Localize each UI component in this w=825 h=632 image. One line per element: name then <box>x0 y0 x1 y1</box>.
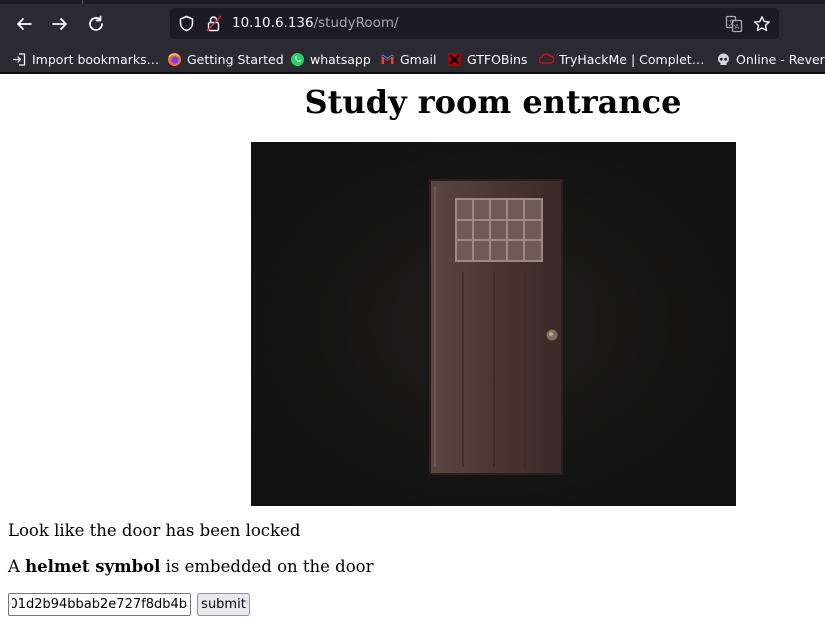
bookmark-gmail[interactable]: Gmail <box>380 50 436 68</box>
gtfobins-icon <box>448 52 461 66</box>
bookmark-label: whatsapp <box>310 51 371 67</box>
tab-strip <box>0 0 825 4</box>
helmet-symbol-emphasis: helmet symbol <box>25 557 161 576</box>
import-icon <box>12 52 26 66</box>
bookmark-label: Online - Revers <box>736 51 825 67</box>
forward-button[interactable] <box>48 12 72 36</box>
translate-icon[interactable]: 文A <box>725 15 743 33</box>
browser-toolbar: 10.10.6.136/studyRoom/ 文A Import bookmar… <box>0 0 825 74</box>
whatsapp-icon <box>291 52 304 66</box>
arrow-right-icon <box>52 18 67 30</box>
helmet-hint-suffix: is embedded on the door <box>160 557 374 576</box>
insecure-lock-icon[interactable] <box>206 15 222 32</box>
reload-icon <box>89 15 103 31</box>
skull-icon <box>718 53 729 65</box>
tryhackme-icon <box>539 52 554 64</box>
bookmarks-toolbar: Import bookmarks… Getting Started whatsa… <box>0 46 825 72</box>
url-bar[interactable]: 10.10.6.136/studyRoom/ 文A <box>170 8 779 39</box>
svg-text:A: A <box>735 23 740 31</box>
gmail-icon <box>381 53 394 64</box>
bookmark-star-icon[interactable] <box>753 15 771 33</box>
page-title: Study room entrance <box>304 83 682 121</box>
flag-input[interactable] <box>8 593 191 616</box>
toolbar-divider <box>0 72 825 74</box>
locked-message: Look like the door has been locked <box>8 521 301 540</box>
bookmark-online-reverse[interactable]: Online - Revers <box>716 50 825 68</box>
bookmark-label: Gmail <box>400 51 437 67</box>
bookmark-whatsapp[interactable]: whatsapp <box>290 50 371 68</box>
firefox-icon <box>168 52 181 66</box>
helmet-hint: A helmet symbol is embedded on the door <box>8 557 373 576</box>
url-host: 10.10.6.136 <box>232 15 314 31</box>
url-text[interactable]: 10.10.6.136/studyRoom/ <box>232 15 399 32</box>
bookmark-label: Getting Started <box>187 51 284 67</box>
reload-button[interactable] <box>84 12 108 36</box>
back-button[interactable] <box>12 12 36 36</box>
submit-button[interactable]: submit <box>197 593 250 616</box>
bookmark-gtfobins[interactable]: GTFOBins <box>447 50 527 68</box>
bookmark-label: TryHackMe | Complet… <box>559 51 705 67</box>
helmet-hint-prefix: A <box>8 557 26 576</box>
bookmark-label: Import bookmarks… <box>32 51 160 67</box>
bookmark-getting-started[interactable]: Getting Started <box>167 50 284 68</box>
bookmark-label: GTFOBins <box>467 51 528 67</box>
arrow-left-icon <box>17 18 32 30</box>
url-path: /studyRoom/ <box>313 15 399 31</box>
shield-icon[interactable] <box>178 15 195 32</box>
bookmark-import[interactable]: Import bookmarks… <box>12 50 159 68</box>
bookmark-tryhackme[interactable]: TryHackMe | Complet… <box>539 50 704 68</box>
door-image <box>251 142 736 506</box>
